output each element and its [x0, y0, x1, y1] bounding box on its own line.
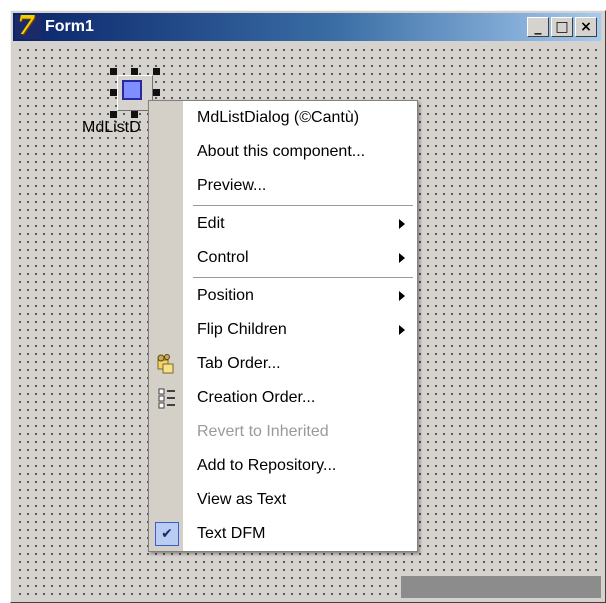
selection-handle-top[interactable] — [131, 68, 138, 75]
window-title: Form1 — [45, 18, 94, 35]
maximize-icon: □ — [555, 19, 569, 35]
menu-item-label: Tab Order... — [197, 355, 281, 372]
title-bar[interactable]: 7 Form1 _ □ × — [13, 11, 601, 41]
submenu-arrow-icon — [399, 325, 405, 335]
menu-item-about[interactable]: About this component... — [149, 137, 417, 167]
component-glyph-icon — [122, 80, 142, 100]
menu-item-label: Add to Repository... — [197, 457, 337, 474]
creation-order-icon — [155, 386, 179, 410]
submenu-arrow-icon — [399, 253, 405, 263]
menu-item-label: View as Text — [197, 491, 287, 508]
menu-item-label: Creation Order... — [197, 389, 316, 406]
menu-item-edit[interactable]: Edit — [149, 209, 417, 239]
menu-item-label: Edit — [197, 215, 225, 232]
component-caption: MdListD — [82, 119, 141, 136]
close-icon: × — [580, 19, 592, 35]
menu-item-creation-order[interactable]: Creation Order... — [149, 383, 417, 413]
menu-item-view-as-text[interactable]: View as Text — [149, 485, 417, 515]
menu-item-mdlistdialog[interactable]: MdListDialog (©Cantù) — [149, 103, 417, 133]
menu-item-tab-order[interactable]: Tab Order... — [149, 349, 417, 379]
app-icon-glyph: 7 — [17, 11, 36, 41]
selection-handle-bottom[interactable] — [131, 111, 138, 118]
menu-separator — [193, 205, 413, 206]
menu-item-label: Flip Children — [197, 321, 287, 338]
menu-separator — [193, 277, 413, 278]
delphi-app-icon[interactable]: 7 — [15, 11, 41, 41]
menu-item-text-dfm[interactable]: ✔ Text DFM — [149, 519, 417, 549]
menu-item-label: Preview... — [197, 177, 267, 194]
menu-item-label: MdListDialog (©Cantù) — [197, 109, 360, 126]
selection-handle-top-left[interactable] — [110, 68, 117, 75]
context-menu: MdListDialog (©Cantù) About this compone… — [148, 100, 418, 552]
minimize-button[interactable]: _ — [527, 17, 549, 37]
selection-handle-left[interactable] — [110, 89, 117, 96]
selection-handle-top-right[interactable] — [153, 68, 160, 75]
menu-item-preview[interactable]: Preview... — [149, 171, 417, 201]
menu-item-label: Revert to Inherited — [197, 423, 329, 440]
menu-item-label: Control — [197, 249, 249, 266]
menu-item-label: Text DFM — [197, 525, 266, 542]
menu-item-revert-to-inherited: Revert to Inherited — [149, 417, 417, 447]
bottom-gray-strip — [401, 576, 601, 598]
menu-item-add-to-repository[interactable]: Add to Repository... — [149, 451, 417, 481]
maximize-button[interactable]: □ — [551, 17, 573, 37]
menu-item-label: About this component... — [197, 143, 366, 160]
tab-order-icon — [155, 352, 179, 376]
menu-item-control[interactable]: Control — [149, 243, 417, 273]
close-button[interactable]: × — [575, 17, 597, 37]
checkmark-icon: ✔ — [155, 522, 179, 546]
minimize-icon: _ — [534, 19, 542, 35]
menu-item-label: Position — [197, 287, 254, 304]
selection-handle-right[interactable] — [153, 89, 160, 96]
selection-handle-bottom-left[interactable] — [110, 111, 117, 118]
menu-item-flip-children[interactable]: Flip Children — [149, 315, 417, 345]
submenu-arrow-icon — [399, 291, 405, 301]
menu-item-position[interactable]: Position — [149, 281, 417, 311]
submenu-arrow-icon — [399, 219, 405, 229]
